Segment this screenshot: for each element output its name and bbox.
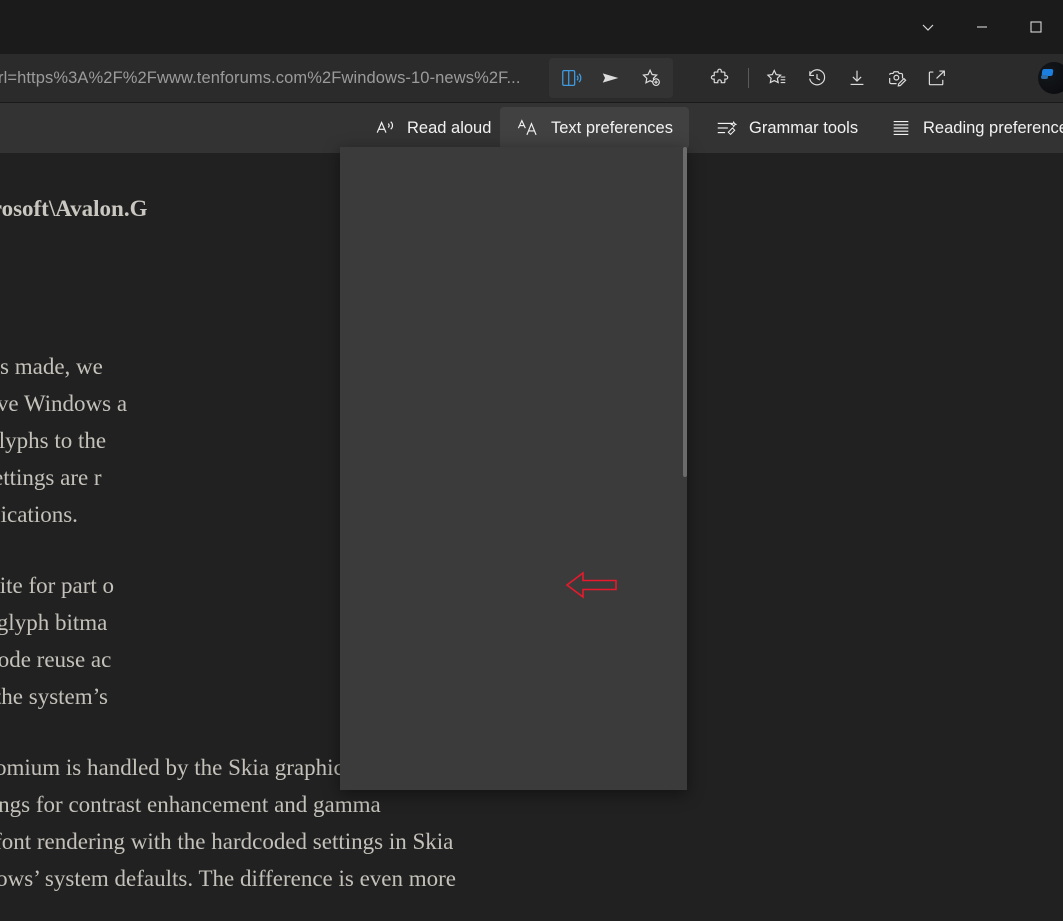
article-line: y lighter than Windows’ system defaults.… [0, 860, 818, 897]
immersive-reader-toolbar: Read aloud Text preferences Grammar tool… [0, 103, 1063, 153]
flyout-scrollbar-thumb[interactable] [683, 147, 687, 477]
reader-tab-text-preferences[interactable]: Text preferences [500, 107, 689, 149]
address-bar-inline-actions [549, 58, 673, 98]
article-line: ext. Consequently, font rendering with t… [0, 823, 818, 860]
reader-tab-grammar-tools[interactable]: Grammar tools [698, 107, 874, 149]
collections-star-icon[interactable] [757, 60, 797, 96]
avatar-highlight-secondary [1041, 75, 1048, 79]
read-aloud-icon [374, 117, 396, 139]
reader-tab-label: Grammar tools [749, 119, 858, 138]
share-icon[interactable] [917, 60, 957, 96]
reader-tab-read-aloud[interactable]: Read aloud [358, 107, 507, 149]
grammar-tools-icon [714, 117, 738, 139]
web-capture-icon[interactable] [877, 60, 917, 96]
address-bar-row: rl=https%3A%2F%2Fwww.tenforums.com%2Fwin… [0, 54, 1063, 103]
profile-avatar[interactable] [1038, 62, 1063, 94]
flyout-scrollbar[interactable] [683, 147, 687, 790]
reader-tab-label: Text preferences [551, 119, 673, 138]
article-line: indows system settings for contrast enha… [0, 786, 818, 823]
minimize-icon[interactable] [955, 0, 1009, 54]
reader-tab-reading-preferences[interactable]: Reading preferences [874, 107, 1063, 149]
toolbar-divider [748, 68, 749, 88]
chevron-down-icon[interactable] [901, 0, 955, 54]
text-preferences-icon [516, 117, 540, 139]
reading-preferences-icon [890, 117, 912, 139]
maximize-icon[interactable] [1009, 0, 1063, 54]
text-preferences-flyout: Text size Small Medium Large Text spacin [340, 147, 687, 790]
window-controls [901, 0, 1063, 54]
reader-tab-label: Read aloud [407, 119, 491, 138]
add-favorite-star-icon[interactable] [631, 60, 671, 96]
history-clock-icon[interactable] [797, 60, 837, 96]
address-bar-url[interactable]: rl=https%3A%2F%2Fwww.tenforums.com%2Fwin… [0, 54, 521, 102]
reader-tab-label: Reading preferences [923, 119, 1063, 138]
annotation-arrow-icon [565, 570, 617, 600]
extensions-puzzle-icon[interactable] [700, 60, 740, 96]
address-bar-toolbar-icons [700, 58, 957, 98]
immersive-reader-icon[interactable] [551, 60, 591, 96]
send-icon[interactable] [591, 60, 631, 96]
downloads-arrow-icon[interactable] [837, 60, 877, 96]
title-bar [0, 0, 1063, 54]
